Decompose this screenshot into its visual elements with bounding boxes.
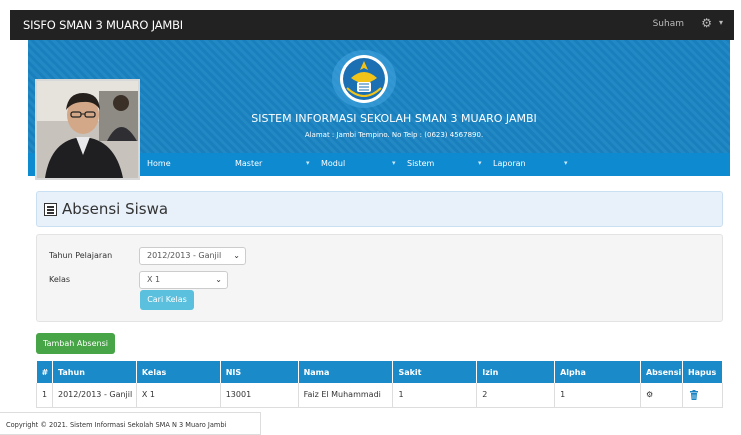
column-header[interactable]: Absensi (640, 361, 683, 383)
table-header-row: # Tahun Kelas NIS Nama Sakit Izin Alpha … (36, 361, 724, 383)
table-row: 1 2012/2013 - Ganjil X 1 13001 Faiz El M… (36, 383, 724, 408)
profile-photo (35, 79, 140, 180)
menu-item-master[interactable]: Master (235, 159, 262, 168)
cell-nis: 13001 (220, 383, 299, 408)
chevron-down-icon: ⌄ (215, 275, 222, 284)
column-header[interactable]: # (36, 361, 53, 383)
column-header[interactable]: Tahun (52, 361, 137, 383)
kelas-value: X 1 (147, 275, 161, 284)
absensi-table: # Tahun Kelas NIS Nama Sakit Izin Alpha … (36, 361, 724, 408)
menu-item-laporan[interactable]: Laporan (493, 159, 526, 168)
chevron-down-icon[interactable]: ▾ (306, 159, 310, 167)
tahun-pelajaran-select[interactable]: 2012/2013 - Ganjil ⌄ (139, 247, 246, 265)
settings-gear-icon[interactable]: ⚙ (701, 16, 712, 30)
chevron-down-icon[interactable]: ▾ (719, 18, 723, 27)
banner-subtitle: Alamat : Jambi Tempino. No Telp : (0623)… (304, 131, 484, 139)
cell-kelas: X 1 (136, 383, 221, 408)
user-name[interactable]: Suham (653, 19, 684, 29)
kelas-label: Kelas (49, 275, 71, 284)
trash-icon[interactable] (682, 383, 724, 408)
cell-alpha: 1 (554, 383, 641, 408)
footer-copyright: Copyright © 2021. Sistem Informasi Sekol… (0, 412, 261, 435)
column-header[interactable]: Izin (476, 361, 556, 383)
row-number: 1 (36, 383, 53, 408)
column-header[interactable]: Alpha (554, 361, 641, 383)
column-header[interactable]: Kelas (136, 361, 221, 383)
cell-nama: Faiz El Muhammadi (298, 383, 394, 408)
banner-title: SISTEM INFORMASI SEKOLAH SMAN 3 MUARO JA… (251, 112, 537, 125)
chevron-down-icon[interactable]: ▾ (564, 159, 568, 167)
tahun-pelajaran-value: 2012/2013 - Ganjil (147, 251, 222, 260)
top-navbar: SISFO SMAN 3 MUARO JAMBI Suham ⚙ ▾ (10, 10, 734, 40)
column-header[interactable]: Sakit (392, 361, 478, 383)
column-header[interactable]: NIS (220, 361, 299, 383)
tahun-pelajaran-label: Tahun Pelajaran (49, 251, 113, 260)
filter-form: Tahun Pelajaran 2012/2013 - Ganjil ⌄ Kel… (36, 234, 723, 322)
menu-item-modul[interactable]: Modul (321, 159, 345, 168)
chevron-down-icon[interactable]: ▾ (392, 159, 396, 167)
cell-sakit: 1 (392, 383, 478, 408)
page-header: Absensi Siswa (36, 191, 723, 227)
chevron-down-icon: ⌄ (233, 251, 240, 260)
column-header[interactable]: Hapus (682, 361, 724, 383)
school-logo (332, 50, 396, 108)
menu-item-sistem[interactable]: Sistem (407, 159, 434, 168)
cell-izin: 2 (476, 383, 556, 408)
page-title: Absensi Siswa (62, 200, 169, 218)
kelas-select[interactable]: X 1 ⌄ (139, 271, 228, 289)
tambah-absensi-button[interactable]: Tambah Absensi (36, 333, 115, 354)
cari-kelas-button[interactable]: Cari Kelas (140, 290, 194, 310)
column-header[interactable]: Nama (298, 361, 394, 383)
chevron-down-icon[interactable]: ▾ (478, 159, 482, 167)
absensi-gear-icon[interactable]: ⚙ (640, 383, 683, 408)
list-icon (44, 203, 57, 216)
app-brand[interactable]: SISFO SMAN 3 MUARO JAMBI (23, 18, 183, 32)
cell-tahun: 2012/2013 - Ganjil (52, 383, 137, 408)
menu-item-home[interactable]: Home (147, 159, 171, 168)
